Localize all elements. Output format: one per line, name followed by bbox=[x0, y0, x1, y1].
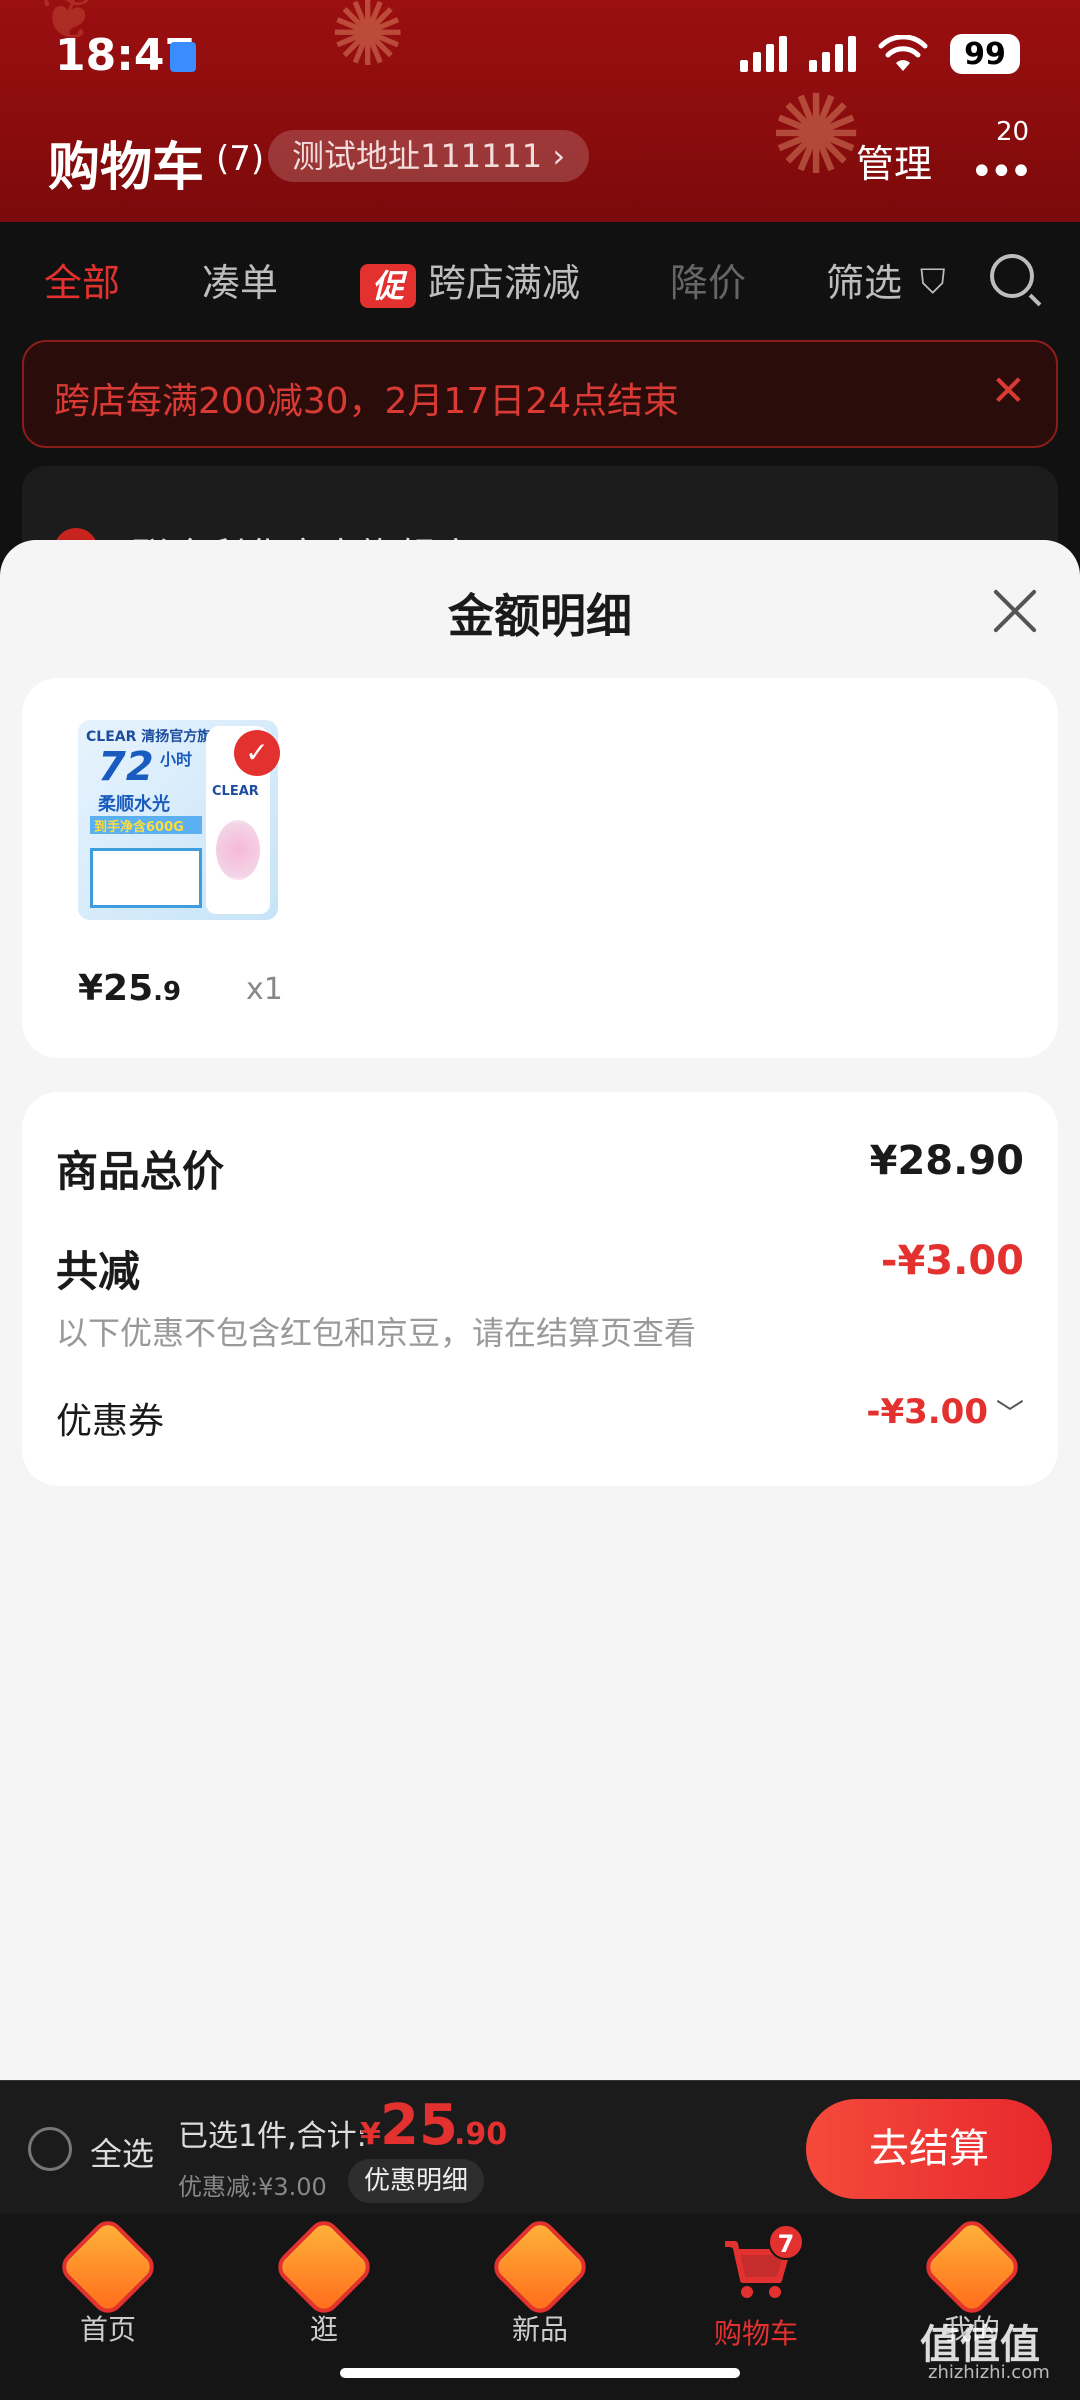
item-price: ¥25.9 bbox=[78, 968, 181, 1009]
coupon-row[interactable]: 优惠券 -¥3.00 ﹀ bbox=[56, 1392, 1024, 1444]
total-row: 商品总价 ¥28.90 bbox=[56, 1138, 1024, 1199]
signal-icon bbox=[809, 36, 856, 72]
search-icon[interactable] bbox=[990, 254, 1034, 298]
tabbar-new[interactable]: 新品 bbox=[470, 2214, 610, 2348]
coupon-value[interactable]: -¥3.00 ﹀ bbox=[866, 1392, 1024, 1432]
filter-tabs: 全部 凑单 促跨店满减 降价 筛选 bbox=[0, 222, 1080, 332]
item-price-int: ¥25 bbox=[78, 968, 154, 1009]
item-price-dec: .9 bbox=[153, 977, 182, 1007]
tab-price-drop[interactable]: 降价 bbox=[670, 252, 746, 307]
tabbar-label: 首页 bbox=[79, 2313, 136, 2346]
tabbar-cart[interactable]: 7 购物车 bbox=[686, 2224, 826, 2352]
discount-detail-button[interactable]: 优惠明细 bbox=[348, 2159, 485, 2203]
total-amount-dec: .90 bbox=[454, 2117, 508, 2152]
select-all-label[interactable]: 全选 bbox=[90, 2129, 154, 2175]
checkout-bar: 全选 已选1件,合计: ¥ 25 .90 优惠减:¥3.00 优惠明细 去结算 bbox=[0, 2080, 1080, 2214]
filter-icon[interactable]: ⛉ bbox=[920, 262, 946, 302]
bottle-label: CLEAR bbox=[212, 784, 259, 799]
tabbar-label: 购物车 bbox=[713, 2317, 798, 2350]
tab-all[interactable]: 全部 bbox=[44, 252, 120, 307]
signal-icon bbox=[740, 36, 787, 72]
message-badge: 20 bbox=[996, 117, 1030, 147]
sheet-title: 金额明细 bbox=[448, 589, 632, 643]
thumb-headline: 72 bbox=[98, 744, 154, 790]
cart-count: (7) bbox=[216, 139, 265, 179]
coupon-label: 优惠券 bbox=[56, 1401, 165, 1442]
thumb-subtitle: 柔顺水光 bbox=[98, 794, 170, 815]
select-all-radio[interactable] bbox=[28, 2127, 72, 2171]
checked-icon: ✓ bbox=[234, 730, 280, 776]
tab-bundle[interactable]: 凑单 bbox=[202, 252, 278, 307]
close-icon[interactable] bbox=[986, 584, 1040, 638]
home-indicator[interactable] bbox=[340, 2368, 740, 2378]
promo-tag: 促 bbox=[360, 263, 416, 308]
reduce-row: 共减 -¥3.00 bbox=[56, 1238, 1024, 1299]
product-card: CLEAR 清扬官方旗舰店 72 小时 柔顺水光 到手净含600G CLEAR … bbox=[22, 678, 1058, 1058]
total-currency: ¥ bbox=[360, 2117, 381, 2152]
home-icon bbox=[55, 2214, 161, 2320]
new-products-icon bbox=[487, 2214, 593, 2320]
total-value: ¥28.90 bbox=[869, 1138, 1024, 1184]
promo-notice-text: 跨店每满200减30，2月17日24点结束 bbox=[54, 381, 680, 422]
tabbar-explore[interactable]: 逛 bbox=[254, 2214, 394, 2348]
tabbar-home[interactable]: 首页 bbox=[38, 2214, 178, 2348]
thumb-panel bbox=[90, 848, 202, 908]
tabbar-label: 逛 bbox=[309, 2313, 338, 2346]
coupon-amount: -¥3.00 bbox=[866, 1392, 988, 1432]
profile-icon bbox=[919, 2214, 1025, 2320]
explore-icon bbox=[271, 2214, 377, 2320]
cart-badge: 7 bbox=[768, 2224, 804, 2260]
reduce-value: -¥3.00 bbox=[880, 1238, 1024, 1284]
close-icon[interactable]: ✕ bbox=[991, 366, 1026, 415]
promo-notice: 跨店每满200减30，2月17日24点结束 ✕ bbox=[22, 340, 1058, 448]
tabbar-label: 新品 bbox=[511, 2313, 568, 2346]
reduce-label: 共减 bbox=[56, 1247, 141, 1296]
total-label: 商品总价 bbox=[56, 1147, 225, 1196]
tab-filter[interactable]: 筛选 bbox=[826, 252, 902, 307]
item-quantity: x1 bbox=[246, 972, 283, 1007]
battery-icon: 99 bbox=[950, 34, 1020, 74]
watermark-url: zhizhizhi.com bbox=[928, 2362, 1050, 2383]
header: ✺ ✺ ❦ 18:47 99 购物车 (7) 测试地址111111 › 管理 •… bbox=[0, 0, 1080, 222]
price-summary-card: 商品总价 ¥28.90 共减 -¥3.00 以下优惠不包含红包和京豆，请在结算页… bbox=[22, 1092, 1058, 1486]
wifi-icon bbox=[878, 35, 928, 71]
checkout-button[interactable]: 去结算 bbox=[806, 2099, 1052, 2199]
tab-cross-store-label: 跨店满减 bbox=[428, 261, 581, 305]
amount-detail-sheet: 金额明细 CLEAR 清扬官方旗舰店 72 小时 柔顺水光 到手净含600G C… bbox=[0, 540, 1080, 2080]
discount-summary: 优惠减:¥3.00 bbox=[178, 2173, 327, 2201]
thumb-strip: 到手净含600G bbox=[90, 816, 202, 835]
thumb-hours: 小时 bbox=[160, 750, 193, 769]
tab-cross-store[interactable]: 促跨店满减 bbox=[360, 252, 580, 308]
discount-note: 以下优惠不包含红包和京豆，请在结算页查看 bbox=[56, 1314, 697, 1352]
chat-app-icon bbox=[170, 42, 196, 72]
status-bar: 18:47 99 bbox=[0, 0, 1080, 115]
total-amount-int: 25 bbox=[380, 2093, 458, 2158]
manage-button[interactable]: 管理 bbox=[856, 133, 932, 188]
address-selector[interactable]: 测试地址111111 › bbox=[268, 130, 590, 182]
page-title: 购物车 bbox=[48, 138, 205, 198]
bottle-flower-image bbox=[216, 820, 260, 880]
more-dots-icon[interactable]: ••• bbox=[970, 149, 1033, 195]
selected-summary: 已选1件,合计: bbox=[178, 2119, 367, 2154]
chevron-down-icon: ﹀ bbox=[995, 1397, 1024, 1430]
title-row: 购物车 (7) 测试地址111111 › 管理 ••• 20 bbox=[0, 115, 1080, 215]
